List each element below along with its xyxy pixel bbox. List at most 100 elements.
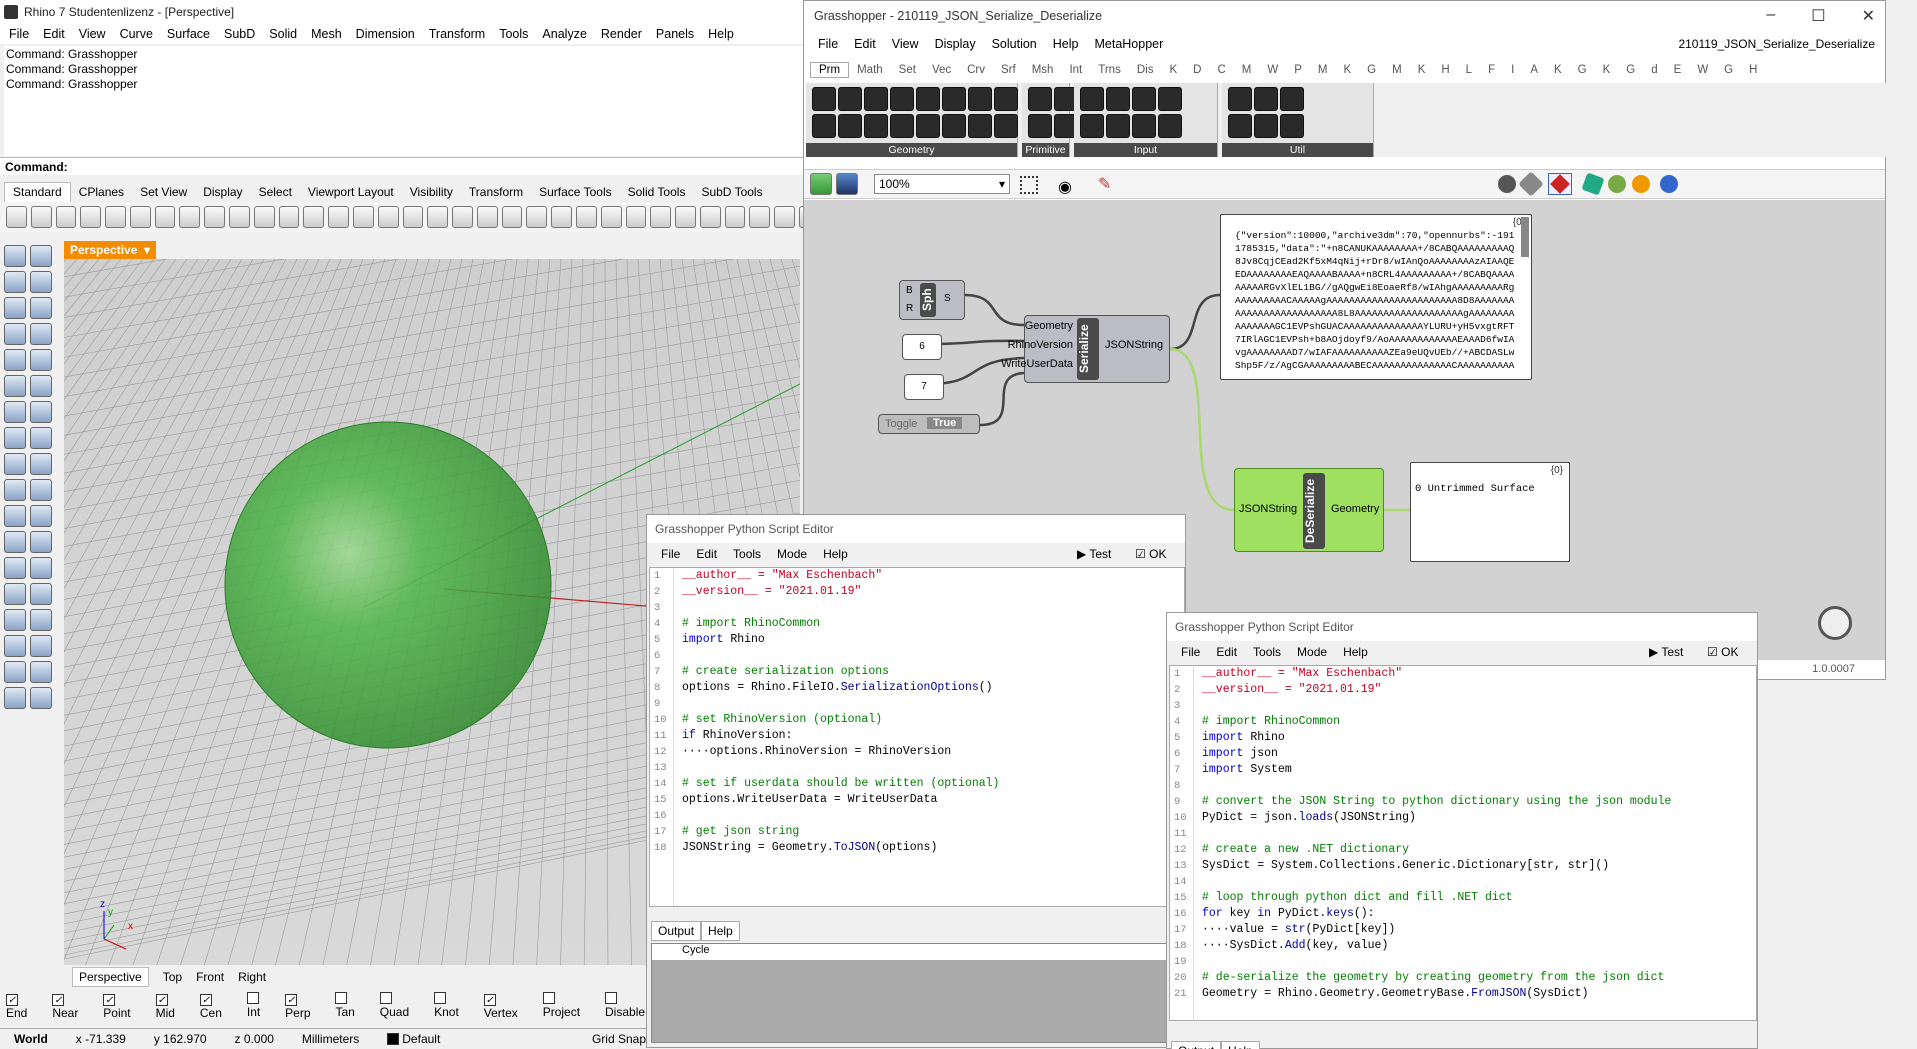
gh-menu-display[interactable]: Display	[929, 37, 986, 51]
rhino-menu-curve[interactable]: Curve	[115, 27, 162, 41]
toggle-value[interactable]: True	[927, 417, 963, 429]
editor1-ok-button[interactable]: ☑ OK	[1135, 547, 1166, 561]
side-tool-icon[interactable]	[30, 323, 52, 345]
minimize-icon[interactable]: –	[1766, 6, 1775, 26]
osnap-mid[interactable]: ✓Mid	[155, 990, 190, 1020]
side-tool-icon[interactable]	[4, 687, 26, 709]
gh-tab-d[interactable]: D	[1185, 63, 1209, 77]
rhino-menu-solid[interactable]: Solid	[264, 27, 306, 41]
editor2-code-area[interactable]: 1 2 3 4 5 6 7 8 9 10 11 12 13 14 15 16 17 18 19 20 21 __autho…	[1169, 665, 1757, 1021]
component-icon[interactable]	[890, 87, 914, 111]
osnap-checkbox[interactable]: ✓	[103, 994, 116, 1006]
serialize-input-geometry[interactable]: Geometry	[1025, 320, 1073, 332]
component-icon[interactable]	[890, 114, 914, 138]
component-icon[interactable]	[994, 87, 1018, 111]
osnap-checkbox[interactable]	[605, 992, 618, 1004]
rhino-menu-view[interactable]: View	[74, 27, 115, 41]
viewport-title[interactable]: Perspective ▾	[64, 241, 156, 259]
side-tool-icon[interactable]	[4, 245, 26, 267]
side-tool-icon[interactable]	[30, 297, 52, 319]
component-icon[interactable]	[1280, 114, 1304, 138]
component-icon[interactable]	[916, 114, 940, 138]
gh-menu-file[interactable]: File	[812, 37, 848, 51]
side-tool-icon[interactable]	[30, 661, 52, 683]
osnap-knot[interactable]: Knot	[434, 991, 474, 1019]
gh-menu-solution[interactable]: Solution	[986, 37, 1047, 51]
command-line[interactable]: Command:	[0, 157, 820, 175]
gh-tab-h[interactable]: H	[1741, 63, 1765, 77]
open-file-icon[interactable]	[810, 173, 832, 195]
maximize-icon[interactable]: ☐	[1811, 6, 1825, 26]
deserialize-input-jsonstring[interactable]: JSONString	[1239, 503, 1297, 515]
gh-tab-k[interactable]: K	[1161, 63, 1185, 77]
gh-tab-g[interactable]: G	[1570, 63, 1595, 77]
editor2-menu-edit[interactable]: Edit	[1210, 645, 1247, 659]
gh-tab-g[interactable]: G	[1618, 63, 1643, 77]
gh-tab-c[interactable]: C	[1209, 63, 1233, 77]
component-icon[interactable]	[1080, 114, 1104, 138]
toolbar-tab-visibility[interactable]: Visibility	[402, 183, 461, 202]
osnap-checkbox[interactable]	[246, 992, 259, 1004]
serialize-input-writeuserdata[interactable]: WriteUserData	[1001, 358, 1073, 370]
toolbar-tool-icon[interactable]	[749, 206, 771, 228]
green-sphere[interactable]	[224, 421, 552, 749]
side-tool-icon[interactable]	[30, 401, 52, 423]
osnap-checkbox[interactable]: ✓	[483, 994, 496, 1006]
rhino-menu-dimension[interactable]: Dimension	[351, 27, 424, 41]
component-icon[interactable]	[1106, 114, 1130, 138]
viewport-menu-arrow-icon[interactable]: ▾	[144, 243, 150, 257]
editor1-tab-output[interactable]: Output	[651, 921, 702, 941]
gh-tab-i[interactable]: I	[1503, 63, 1522, 77]
sphere-input-r[interactable]: R	[906, 303, 913, 314]
toolbar-tool-icon[interactable]	[179, 206, 201, 228]
osnap-int[interactable]: Int	[246, 991, 275, 1019]
side-tool-icon[interactable]	[30, 687, 52, 709]
component-icon[interactable]	[1158, 87, 1182, 111]
component-icon[interactable]	[812, 87, 836, 111]
toolbar-tool-icon[interactable]	[476, 206, 498, 228]
toolbar-tab-solid-tools[interactable]: Solid Tools	[620, 183, 694, 202]
toolbar-tool-icon[interactable]	[105, 206, 126, 228]
toolbar-tool-icon[interactable]	[204, 206, 226, 228]
rhino-menu-help[interactable]: Help	[703, 27, 743, 41]
rhino-menu-panels[interactable]: Panels	[651, 27, 703, 41]
zoom-extents-icon[interactable]	[1020, 176, 1038, 194]
side-tool-icon[interactable]	[30, 375, 52, 397]
component-icon[interactable]	[1106, 87, 1130, 111]
component-icon[interactable]	[838, 114, 862, 138]
number-param-6[interactable]: 6	[902, 334, 942, 360]
osnap-vertex[interactable]: ✓Vertex	[483, 990, 533, 1020]
osnap-perp[interactable]: ✓Perp	[285, 990, 325, 1020]
editor1-menu-mode[interactable]: Mode	[771, 547, 817, 561]
component-icon[interactable]	[864, 114, 888, 138]
editor1-test-button[interactable]: ▶ Test	[1077, 547, 1111, 561]
osnap-near[interactable]: ✓Near	[52, 990, 93, 1020]
editor1-menu-tools[interactable]: Tools	[727, 547, 771, 561]
side-tool-icon[interactable]	[30, 531, 52, 553]
component-icon[interactable]	[1254, 87, 1278, 111]
side-tool-icon[interactable]	[30, 635, 52, 657]
gh-tab-m[interactable]: M	[1234, 63, 1260, 77]
preview-eye-icon[interactable]: ◉	[1058, 177, 1072, 197]
rhino-menu-transform[interactable]: Transform	[424, 27, 495, 41]
toolbar-tool-icon[interactable]	[575, 206, 597, 228]
osnap-project[interactable]: Project	[542, 991, 595, 1019]
side-tool-icon[interactable]	[4, 661, 26, 683]
rhino-menu-mesh[interactable]: Mesh	[306, 27, 351, 41]
sphere-component[interactable]: B R Sph S	[899, 280, 965, 320]
side-tool-icon[interactable]	[4, 401, 26, 423]
boolean-toggle[interactable]: Toggle True	[878, 414, 980, 434]
gh-tab-w[interactable]: W	[1689, 63, 1716, 77]
sphere-input-b[interactable]: B	[906, 285, 913, 296]
gh-tab-h[interactable]: H	[1433, 63, 1457, 77]
rhino-menu-render[interactable]: Render	[596, 27, 651, 41]
component-icon[interactable]	[994, 114, 1018, 138]
osnap-tan[interactable]: Tan	[335, 991, 369, 1019]
side-tool-icon[interactable]	[4, 505, 26, 527]
zoom-select[interactable]: 100% ▾	[874, 174, 1010, 194]
component-icon[interactable]	[1028, 87, 1052, 111]
osnap-quad[interactable]: Quad	[379, 991, 424, 1019]
json-panel-scrollbar[interactable]	[1521, 217, 1529, 257]
viewport-tab-right[interactable]: Right	[238, 970, 266, 984]
viewport-tab-top[interactable]: Top	[163, 970, 182, 984]
